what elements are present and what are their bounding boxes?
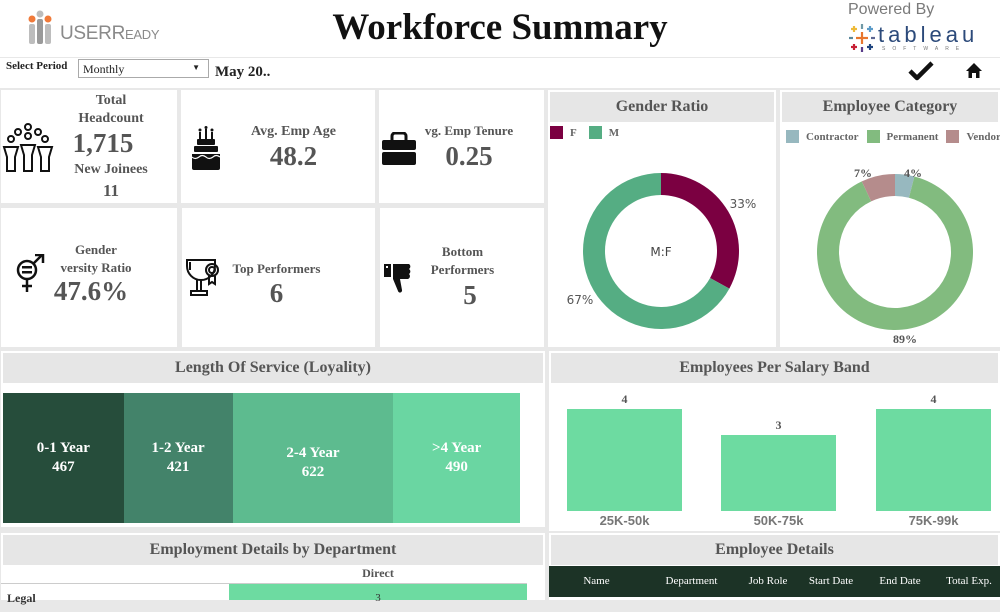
select-period-label: Select Period — [6, 60, 68, 72]
los-segment-value: 467 — [52, 459, 75, 475]
gender-ratio-donut-chart: 33% 67% M:F — [567, 173, 757, 329]
salary-bar-1[interactable] — [721, 434, 836, 511]
column-header-name[interactable]: Name — [559, 566, 634, 597]
salary-bar-value-label: 4 — [930, 392, 937, 406]
kpi-card-avg-tenure: vg. Emp Tenure 0.25 — [379, 90, 544, 203]
dept-details-title: Employment Details by Department — [3, 535, 543, 565]
avg-age-value: 48.2 — [269, 141, 318, 171]
salary-bar-2[interactable] — [876, 409, 991, 511]
period-dropdown[interactable]: Monthly ▼ — [78, 59, 209, 78]
gender-label-f: 33% — [730, 197, 757, 211]
avg-tenure-value: 0.25 — [445, 141, 493, 171]
tableau-cross-icon — [849, 24, 875, 52]
kpi-card-top-performers: Top Performers 6 — [182, 208, 375, 347]
salary-category-label: 50K-75k — [753, 513, 804, 528]
los-segment-1[interactable]: 1-2 Year 421 — [123, 393, 233, 523]
headcount-label: Total Headcount — [78, 93, 144, 126]
headcount-value: 1,715 — [72, 128, 134, 158]
gender-equality-icon — [16, 254, 45, 292]
avg-tenure-label: vg. Emp Tenure — [424, 123, 514, 138]
period-dropdown-value: Monthly — [83, 62, 125, 76]
kpi-card-avg-age: Avg. Emp Age 48.2 — [181, 90, 375, 203]
column-header-end-date[interactable]: End Date — [871, 566, 929, 597]
column-header-start-date[interactable]: Start Date — [797, 566, 865, 597]
employee-category-donut-chart: 4% 89% 7% — [817, 166, 973, 346]
kpi-card-headcount: Total Headcount 1,715 New Joinees 11 — [1, 90, 177, 203]
salary-category-label: 75K-99k — [908, 513, 959, 528]
kpi-card-gender-diversity: Gender versity Ratio 47.6% — [1, 208, 177, 347]
tableau-logo: tableau SOFTWARE — [848, 22, 998, 54]
dept-column-header: Direct — [362, 566, 394, 580]
los-segment-label: 0-1 Year — [36, 440, 90, 456]
los-segment-value: 622 — [301, 464, 325, 480]
salary-bar-value-label: 4 — [621, 392, 628, 406]
powered-by-label: Powered By — [848, 1, 935, 18]
filter-bar: Select Period Monthly ▼ May 20.. — [0, 58, 1000, 88]
header: USERREADY Workforce Summary Powered By t… — [0, 0, 1000, 57]
trophy-icon — [186, 259, 219, 296]
column-header-job-role[interactable]: Job Role — [739, 566, 797, 597]
new-joinees-label: New Joinees — [74, 162, 148, 177]
employee-details-title: Employee Details — [551, 535, 998, 565]
briefcase-icon — [382, 132, 416, 165]
column-header-department[interactable]: Department — [649, 566, 734, 597]
los-segment-label: 2-4 Year — [286, 445, 340, 461]
dept-details-panel: Employment Details by Department Direct … — [1, 533, 545, 605]
length-of-service-title: Length Of Service (Loyality) — [3, 353, 543, 383]
category-label-contractor: 4% — [904, 166, 922, 180]
home-icon[interactable] — [965, 62, 983, 79]
bottom-performers-value: 5 — [463, 280, 477, 310]
top-performers-value: 6 — [269, 278, 284, 308]
gender-center-label: M:F — [650, 245, 671, 259]
current-period: May 20.. — [215, 64, 271, 80]
tableau-wordmark: tableau — [878, 22, 979, 47]
column-header-total-exp[interactable]: Total Exp. — [939, 566, 999, 597]
gender-diversity-label: Gender versity Ratio — [60, 242, 132, 275]
check-icon[interactable] — [908, 60, 934, 82]
salary-bar-value-label: 3 — [775, 417, 782, 432]
los-segment-value: 421 — [166, 459, 190, 475]
los-segment-0[interactable]: 0-1 Year 467 — [3, 393, 124, 523]
los-segment-2[interactable]: 2-4 Year 622 — [232, 393, 394, 523]
length-of-service-panel: Length Of Service (Loyality) 0-1 Year 467… — [1, 351, 545, 527]
tableau-subtext: SOFTWARE — [882, 46, 967, 52]
chevron-down-icon: ▼ — [192, 63, 200, 72]
los-segment-3[interactable]: >4 Year 490 — [393, 393, 520, 523]
new-joinees-value: 11 — [102, 181, 120, 200]
top-performers-label: Top Performers — [232, 261, 321, 276]
employee-details-header-row: Name Department Job Role Start Date End Date… — [549, 566, 1000, 597]
table-row[interactable]: Legal 3 — [1, 584, 527, 605]
birthday-cake-icon — [191, 126, 221, 170]
category-label-vendor: 7% — [854, 166, 872, 180]
los-segment-label: >4 Year — [432, 440, 482, 456]
bottom-performers-label: Bottom Performers — [430, 244, 495, 277]
employee-details-panel: Employee Details Name Department Job Role S… — [549, 533, 1000, 600]
gender-slice-f[interactable] — [661, 173, 739, 289]
los-segment-value: 490 — [445, 459, 468, 475]
employee-category-panel: Employee Category Contractor Permanent V… — [780, 90, 1000, 347]
people-group-icon — [2, 123, 54, 172]
salary-band-title: Employees Per Salary Band — [551, 353, 998, 383]
thumbs-down-icon — [384, 264, 411, 293]
category-slice-permanent[interactable] — [817, 176, 973, 330]
gender-label-m: 67% — [567, 293, 594, 307]
los-segment-label: 1-2 Year — [151, 440, 205, 456]
direct-value-cell: 3 — [229, 584, 527, 604]
dept-name-cell: Legal — [7, 591, 36, 605]
gender-ratio-panel: Gender Ratio F M 33% 67% M:F — [548, 90, 776, 347]
salary-band-panel: Employees Per Salary Band 4 25K-50k 3 50K-7… — [549, 351, 1000, 531]
salary-bar-0[interactable] — [567, 409, 682, 511]
gender-diversity-value: 47.6% — [53, 276, 129, 306]
avg-age-label: Avg. Emp Age — [251, 124, 336, 139]
category-label-permanent: 89% — [893, 332, 917, 346]
kpi-card-bottom-performers: Bottom Performers 5 — [380, 208, 544, 347]
salary-category-label: 25K-50k — [599, 513, 650, 528]
